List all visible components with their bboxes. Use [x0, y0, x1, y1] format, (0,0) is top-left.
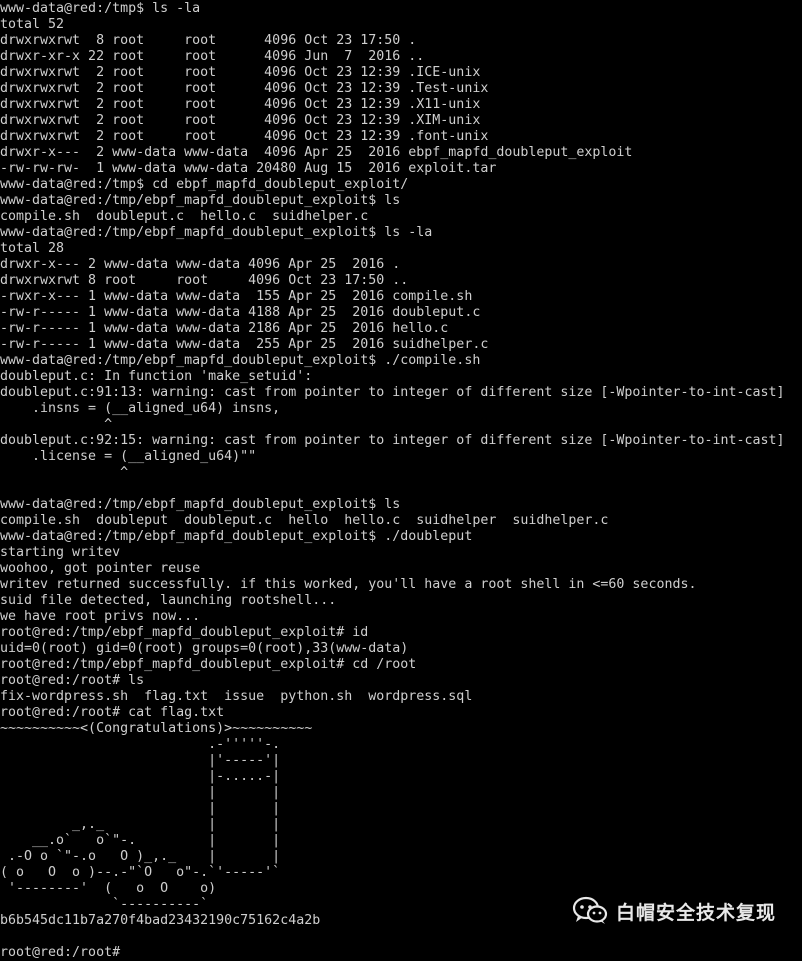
terminal-line: -rw-r----- 1 www-data www-data 255 Apr 2… [0, 337, 489, 352]
wechat-icon [572, 896, 608, 924]
terminal-line: -rwxr-x--- 1 www-data www-data 155 Apr 2… [0, 289, 473, 304]
watermark-text: 白帽安全技术复现 [615, 901, 776, 924]
terminal-line: compile.sh doubleput doubleput.c hello h… [0, 513, 609, 528]
terminal-line: compile.sh doubleput.c hello.c suidhelpe… [0, 209, 369, 224]
terminal-line: -rw-r----- 1 www-data www-data 2186 Apr … [0, 321, 449, 336]
terminal-line: uid=0(root) gid=0(root) groups=0(root),3… [0, 641, 409, 656]
terminal-line: drwxr-xr-x 22 root root 4096 Jun 7 2016 … [0, 49, 425, 64]
terminal-line: |'-----'| [0, 753, 281, 768]
terminal-line: drwxrwxrwt 8 root root 4096 Oct 23 17:50… [0, 273, 409, 288]
terminal-line: www-data@red:/tmp/ebpf_mapfd_doubleput_e… [0, 353, 481, 368]
terminal-line: .-O o `"-.o O )_,._ | | [0, 849, 281, 864]
terminal-line: drwxrwxrwt 2 root root 4096 Oct 23 12:39… [0, 81, 489, 96]
terminal-line: root@red:/tmp/ebpf_mapfd_doubleput_explo… [0, 657, 417, 672]
terminal-line: .license = (__aligned_u64)"" [0, 449, 257, 464]
terminal-line: drwxr-x--- 2 www-data www-data 4096 Apr … [0, 145, 633, 160]
terminal-line: fix-wordpress.sh flag.txt issue python.s… [0, 689, 473, 704]
terminal-line: .insns = (__aligned_u64) insns, [0, 401, 281, 416]
terminal-line: ( o O o )--.-"`O o"-.`'-----'` [0, 865, 281, 880]
terminal-output: www-data@red:/tmp$ ls -la total 52 drwxrwx… [0, 1, 802, 961]
terminal-line: www-data@red:/tmp$ cd ebpf_mapfd_doublep… [0, 177, 409, 192]
terminal-line: doubleput.c:92:15: warning: cast from po… [0, 433, 785, 448]
terminal-line: www-data@red:/tmp$ ls -la [0, 1, 201, 16]
terminal-line: root@red:/root# [0, 945, 129, 960]
terminal-line: |-.....-| [0, 769, 281, 784]
terminal-line: | | [0, 785, 281, 800]
terminal-line: starting writev [0, 545, 121, 560]
terminal-line: doubleput.c: In function 'make_setuid': [0, 369, 313, 384]
terminal-line: we have root privs now... [0, 609, 201, 624]
terminal-line: www-data@red:/tmp/ebpf_mapfd_doubleput_e… [0, 225, 433, 240]
terminal-line: ~~~~~~~~~~<(Congratulations)>~~~~~~~~~~ [0, 721, 313, 736]
terminal-line: doubleput.c:91:13: warning: cast from po… [0, 385, 785, 400]
terminal-line: total 28 [0, 241, 65, 256]
terminal-line: -rw-rw-rw- 1 www-data www-data 20480 Aug… [0, 161, 497, 176]
terminal-line: root@red:/root# cat flag.txt [0, 705, 225, 720]
terminal-line: root@red:/root# ls [0, 673, 145, 688]
terminal-window[interactable]: www-data@red:/tmp$ ls -la total 52 drwxrwx… [0, 0, 802, 960]
terminal-line: writev returned successfully. if this wo… [0, 577, 697, 592]
terminal-line: root@red:/tmp/ebpf_mapfd_doubleput_explo… [0, 625, 369, 640]
terminal-line: -rw-r----- 1 www-data www-data 4188 Apr … [0, 305, 481, 320]
terminal-line: drwxrwxrwt 2 root root 4096 Oct 23 12:39… [0, 129, 489, 144]
terminal-line: drwxrwxrwt 2 root root 4096 Oct 23 12:39… [0, 113, 481, 128]
terminal-line: '--------' ( o O o) [0, 881, 217, 896]
terminal-line: _,._ | | [0, 817, 281, 832]
terminal-line: www-data@red:/tmp/ebpf_mapfd_doubleput_e… [0, 193, 401, 208]
terminal-line: ^ [0, 465, 129, 480]
terminal-line: drwxrwxrwt 8 root root 4096 Oct 23 17:50… [0, 33, 417, 48]
terminal-line: total 52 [0, 17, 65, 32]
terminal-line: drwxrwxrwt 2 root root 4096 Oct 23 12:39… [0, 97, 481, 112]
terminal-line: www-data@red:/tmp/ebpf_mapfd_doubleput_e… [0, 497, 401, 512]
terminal-line: __.o` o`"-. | | [0, 833, 281, 848]
terminal-line: suid file detected, launching rootshell.… [0, 593, 337, 608]
watermark: 白帽安全技术复现 [572, 896, 776, 926]
terminal-line: drwxrwxrwt 2 root root 4096 Oct 23 12:39… [0, 65, 481, 80]
terminal-line: .-'''''-. [0, 737, 281, 752]
terminal-line: drwxr-x--- 2 www-data www-data 4096 Apr … [0, 257, 401, 272]
terminal-line: woohoo, got pointer reuse [0, 561, 201, 576]
terminal-line: ^ [0, 417, 113, 432]
terminal-line: | | [0, 801, 281, 816]
terminal-line: www-data@red:/tmp/ebpf_mapfd_doubleput_e… [0, 529, 473, 544]
